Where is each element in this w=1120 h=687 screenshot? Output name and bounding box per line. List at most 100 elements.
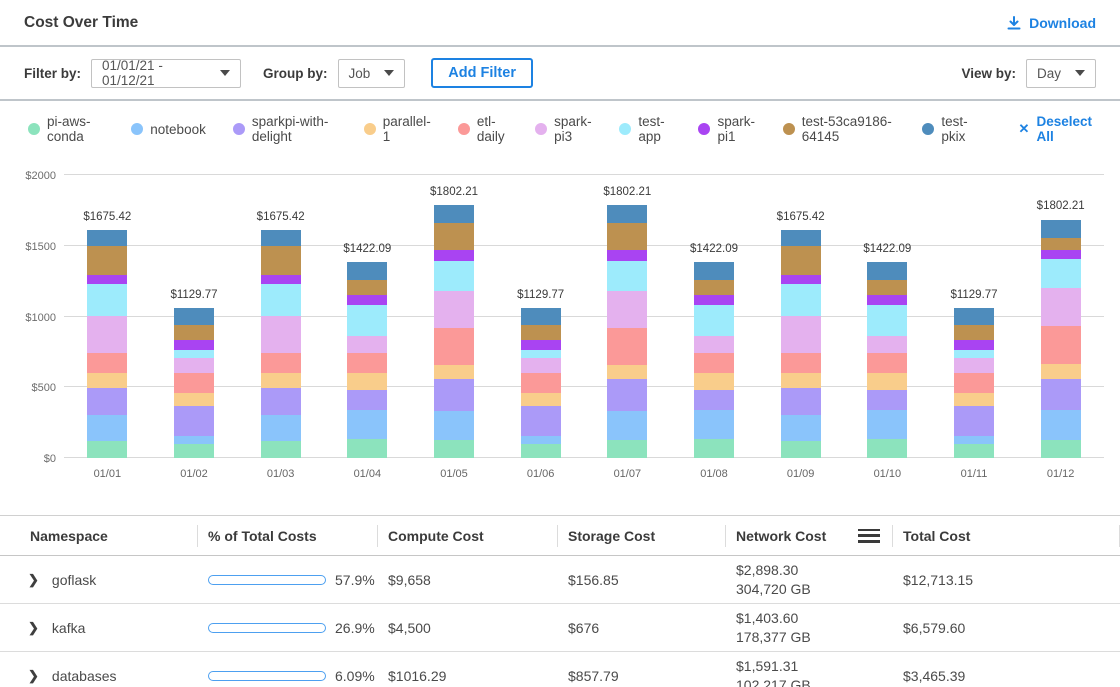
bar-segment-spark-pi3[interactable]	[694, 336, 734, 353]
bar-segment-etl-daily[interactable]	[434, 328, 474, 365]
bar-segment-test-pkix[interactable]	[694, 262, 734, 280]
bar-segment-test-pkix[interactable]	[607, 205, 647, 223]
bar-segment-test-app[interactable]	[434, 261, 474, 291]
bar-segment-pi-aws-conda[interactable]	[867, 439, 907, 458]
bar-segment-spark-pi3[interactable]	[954, 358, 994, 373]
bar-segment-test-pkix[interactable]	[87, 230, 127, 246]
bar-segment-spark-pi3[interactable]	[347, 336, 387, 353]
bar-segment-test-app[interactable]	[607, 261, 647, 291]
bar-segment-parallel-1[interactable]	[954, 393, 994, 406]
bar-segment-test-app[interactable]	[347, 305, 387, 336]
legend-item-test-pkix[interactable]: test-pkix	[922, 114, 975, 144]
bar-segment-etl-daily[interactable]	[174, 373, 214, 393]
bar-segment-test-pkix[interactable]	[174, 308, 214, 325]
view-by-select[interactable]: Day	[1026, 59, 1096, 88]
bar-segment-test-53ca9186-64145[interactable]	[607, 223, 647, 250]
bar-segment-notebook[interactable]	[867, 410, 907, 439]
legend-item-etl-daily[interactable]: etl-daily	[458, 114, 508, 144]
legend-item-test-app[interactable]: test-app	[619, 114, 671, 144]
bar-segment-notebook[interactable]	[434, 411, 474, 440]
table-row-databases[interactable]: ❯databases6.09%$1016.29$857.79$1,591.311…	[0, 652, 1120, 687]
bar-segment-parallel-1[interactable]	[434, 365, 474, 379]
bar-segment-sparkpi-with-delight[interactable]	[607, 379, 647, 411]
bar-segment-sparkpi-with-delight[interactable]	[694, 390, 734, 411]
bar-segment-spark-pi1[interactable]	[261, 275, 301, 284]
bar-segment-test-pkix[interactable]	[954, 308, 994, 325]
bar-segment-spark-pi1[interactable]	[521, 340, 561, 350]
bar-segment-notebook[interactable]	[174, 436, 214, 444]
bar-segment-etl-daily[interactable]	[1041, 326, 1081, 363]
bar-segment-parallel-1[interactable]	[781, 373, 821, 388]
legend-item-sparkpi-with-delight[interactable]: sparkpi-with-delight	[233, 114, 337, 144]
bar-segment-pi-aws-conda[interactable]	[434, 440, 474, 458]
bar-segment-notebook[interactable]	[521, 436, 561, 444]
bar-segment-pi-aws-conda[interactable]	[954, 444, 994, 458]
bar-segment-notebook[interactable]	[954, 436, 994, 444]
bar-segment-etl-daily[interactable]	[781, 353, 821, 373]
bar-segment-test-pkix[interactable]	[347, 262, 387, 280]
bar-segment-notebook[interactable]	[1041, 410, 1081, 439]
bar-segment-spark-pi3[interactable]	[867, 336, 907, 353]
bar-segment-test-app[interactable]	[521, 350, 561, 358]
bar-segment-test-pkix[interactable]	[781, 230, 821, 246]
bar-segment-spark-pi3[interactable]	[174, 358, 214, 373]
bar-segment-spark-pi3[interactable]	[434, 291, 474, 328]
expand-chevron-icon[interactable]: ❯	[28, 668, 39, 684]
bar-segment-sparkpi-with-delight[interactable]	[434, 379, 474, 411]
bar-segment-pi-aws-conda[interactable]	[347, 439, 387, 458]
bar-segment-spark-pi3[interactable]	[781, 316, 821, 353]
bar-segment-pi-aws-conda[interactable]	[1041, 440, 1081, 458]
bar-segment-parallel-1[interactable]	[174, 393, 214, 406]
bar-segment-test-app[interactable]	[954, 350, 994, 358]
bar-segment-sparkpi-with-delight[interactable]	[347, 390, 387, 411]
bar-segment-etl-daily[interactable]	[87, 353, 127, 373]
bar-segment-spark-pi1[interactable]	[87, 275, 127, 284]
bar-segment-parallel-1[interactable]	[347, 373, 387, 390]
bar-segment-spark-pi3[interactable]	[1041, 288, 1081, 326]
add-filter-button[interactable]: Add Filter	[431, 58, 533, 88]
bar-segment-test-53ca9186-64145[interactable]	[1041, 238, 1081, 250]
bar-segment-pi-aws-conda[interactable]	[781, 441, 821, 458]
bar-segment-parallel-1[interactable]	[521, 393, 561, 406]
bar-segment-test-53ca9186-64145[interactable]	[694, 280, 734, 294]
bar-segment-parallel-1[interactable]	[261, 373, 301, 388]
deselect-all-button[interactable]: ✕Deselect All	[1019, 114, 1092, 144]
column-menu-icon[interactable]	[858, 529, 880, 543]
bar-segment-spark-pi3[interactable]	[521, 358, 561, 373]
bar-segment-spark-pi1[interactable]	[1041, 250, 1081, 259]
bar-segment-parallel-1[interactable]	[607, 365, 647, 379]
bar-segment-spark-pi1[interactable]	[694, 295, 734, 305]
bar-segment-pi-aws-conda[interactable]	[174, 444, 214, 458]
bar-segment-test-53ca9186-64145[interactable]	[347, 280, 387, 294]
bar-segment-spark-pi1[interactable]	[954, 340, 994, 350]
bar-segment-notebook[interactable]	[607, 411, 647, 440]
bar-segment-test-53ca9186-64145[interactable]	[867, 280, 907, 294]
bar-segment-parallel-1[interactable]	[1041, 364, 1081, 380]
bar-segment-test-app[interactable]	[174, 350, 214, 358]
date-range-select[interactable]: 01/01/21 - 01/12/21	[91, 59, 241, 88]
bar-segment-sparkpi-with-delight[interactable]	[174, 406, 214, 435]
download-button[interactable]: Download	[1006, 15, 1096, 31]
legend-item-notebook[interactable]: notebook	[131, 122, 206, 137]
bar-segment-etl-daily[interactable]	[867, 353, 907, 373]
bar-segment-test-53ca9186-64145[interactable]	[781, 246, 821, 275]
bar-segment-etl-daily[interactable]	[261, 353, 301, 373]
bar-segment-test-app[interactable]	[867, 305, 907, 336]
bar-segment-spark-pi1[interactable]	[434, 250, 474, 261]
bar-segment-test-app[interactable]	[261, 284, 301, 316]
bar-segment-test-53ca9186-64145[interactable]	[174, 325, 214, 340]
legend-item-parallel-1[interactable]: parallel-1	[364, 114, 431, 144]
bar-segment-spark-pi1[interactable]	[347, 295, 387, 305]
group-by-select[interactable]: Job	[338, 59, 406, 88]
bar-segment-sparkpi-with-delight[interactable]	[781, 388, 821, 415]
bar-segment-test-pkix[interactable]	[1041, 220, 1081, 238]
bar-segment-sparkpi-with-delight[interactable]	[261, 388, 301, 415]
bar-segment-notebook[interactable]	[261, 415, 301, 442]
bar-segment-spark-pi1[interactable]	[867, 295, 907, 305]
bar-segment-sparkpi-with-delight[interactable]	[521, 406, 561, 435]
bar-segment-spark-pi1[interactable]	[607, 250, 647, 261]
bar-segment-notebook[interactable]	[347, 410, 387, 439]
bar-segment-spark-pi3[interactable]	[87, 316, 127, 353]
table-row-goflask[interactable]: ❯goflask57.9%$9,658$156.85$2,898.30304,7…	[0, 556, 1120, 604]
bar-segment-notebook[interactable]	[694, 410, 734, 439]
